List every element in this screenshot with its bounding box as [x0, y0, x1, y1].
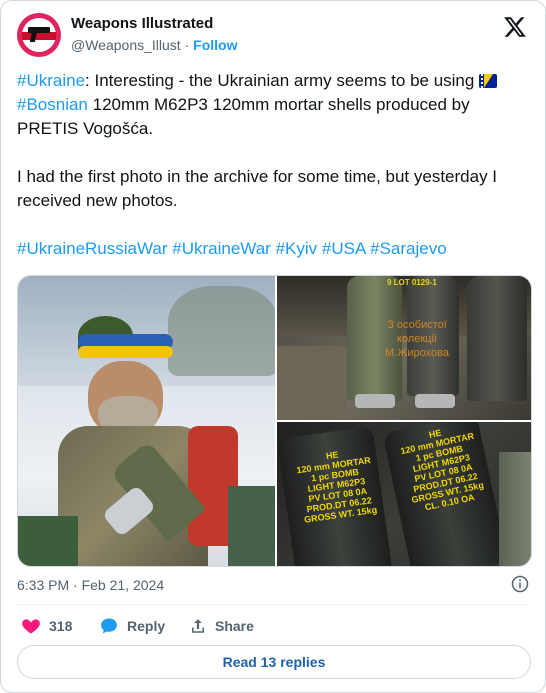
timestamp-separator: · — [73, 577, 78, 593]
shell-marking-left: HE 120 mm MORTAR 1 pc BOMB LIGHT M62P3 P… — [295, 449, 378, 525]
follow-button[interactable]: Follow — [193, 37, 237, 53]
photo-watermark: З особистої колекції М.Жирохова — [385, 319, 449, 359]
tweet-timestamp[interactable]: 6:33 PM · Feb 21, 2024 — [17, 577, 164, 593]
like-count: 318 — [49, 618, 73, 634]
hashtag[interactable]: #USA — [322, 239, 365, 258]
reply-label: Reply — [127, 618, 166, 634]
share-button[interactable]: Share — [189, 613, 254, 639]
tweet-text: #Ukraine: Interesting - the Ukrainian ar… — [17, 69, 529, 261]
avatar-band — [22, 32, 56, 40]
account-handle[interactable]: @Weapons_Illust — [71, 37, 181, 53]
mortar-shell-markings-photo[interactable]: HE 120 mm MORTAR 1 pc BOMB LIGHT M62P3 P… — [277, 422, 531, 566]
read-replies-button[interactable]: Read 13 replies — [17, 645, 531, 679]
account-avatar[interactable] — [17, 13, 61, 57]
tweet-paragraph-2: I had the first photo in the archive for… — [17, 167, 498, 210]
media-grid: 9 LOT 0129-1 З особистої колекції М.Жиро… — [17, 275, 532, 567]
tweet-card: Weapons Illustrated @Weapons_Illust · Fo… — [0, 0, 546, 693]
soldier-with-mortar-shell-photo[interactable] — [18, 276, 275, 566]
hashtag[interactable]: #UkraineRussiaWar — [17, 239, 168, 258]
shell-marking: 9 LOT 0129-1 — [387, 278, 437, 287]
hashtag-bosnian[interactable]: #Bosnian — [17, 95, 88, 114]
shell-marking-right: HE 120 mm MORTAR 1 pc BOMB LIGHT M62P3 P… — [399, 427, 485, 513]
mortar-shells-photo[interactable]: 9 LOT 0129-1 З особистої колекції М.Жиро… — [277, 276, 531, 420]
tweet-text-1: : Interesting - the Ukrainian army seems… — [85, 71, 480, 90]
hashtag[interactable]: #UkraineWar — [172, 239, 271, 258]
bosnia-flag-icon — [479, 74, 498, 88]
hashtag-row: #UkraineRussiaWar #UkraineWar #Kyiv #USA… — [17, 237, 529, 261]
reply-button[interactable]: Reply — [99, 613, 165, 639]
tweet-date: Feb 21, 2024 — [81, 577, 165, 593]
like-button[interactable]: 318 — [21, 613, 72, 639]
share-icon — [192, 619, 204, 633]
share-label: Share — [215, 618, 254, 634]
tweet-time: 6:33 PM — [17, 577, 70, 593]
hashtag[interactable]: #Kyiv — [276, 239, 318, 258]
account-name[interactable]: Weapons Illustrated — [71, 15, 213, 32]
tweet-paragraph-1: #Ukraine: Interesting - the Ukrainian ar… — [17, 69, 529, 141]
hashtag-ukraine[interactable]: #Ukraine — [17, 71, 85, 90]
hashtag[interactable]: #Sarajevo — [370, 239, 447, 258]
heart-icon — [22, 619, 40, 634]
handle-separator: · — [184, 37, 190, 53]
handle-row: @Weapons_Illust · Follow — [71, 37, 237, 53]
divider — [17, 604, 529, 605]
info-icon[interactable] — [511, 575, 529, 593]
reply-bubble-icon — [101, 618, 117, 634]
x-logo-icon[interactable] — [503, 15, 527, 39]
tweet-header: Weapons Illustrated @Weapons_Illust · Fo… — [17, 11, 529, 59]
